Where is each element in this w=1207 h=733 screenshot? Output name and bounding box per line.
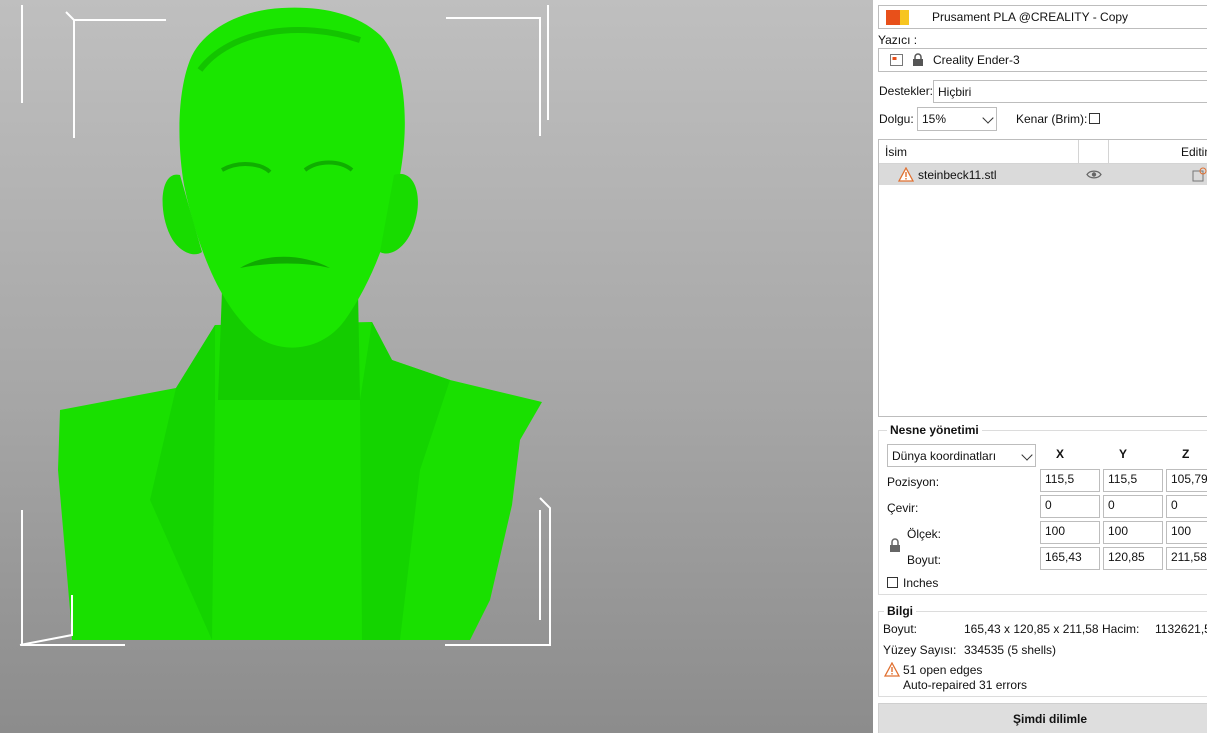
filament-color-swatch: [886, 10, 900, 25]
filament-color-main: [886, 10, 900, 25]
info-warning-repaired: Auto-repaired 31 errors: [903, 678, 1028, 692]
scale-z-input[interactable]: 100: [1166, 521, 1207, 544]
lock-icon: [913, 53, 923, 66]
position-x-input[interactable]: 115,5: [1040, 469, 1100, 492]
rotation-z-input[interactable]: 0: [1166, 495, 1207, 518]
slice-now-button[interactable]: Şimdi dilimle: [878, 703, 1207, 733]
object-list[interactable]: İsim Editin steinbeck11.stl: [878, 139, 1207, 417]
info-volume-label: Hacim:: [1102, 622, 1140, 636]
size-x-value: 165,43: [1045, 550, 1082, 564]
3d-viewport[interactable]: [0, 0, 873, 733]
model-bust[interactable]: [58, 7, 542, 640]
axis-x-label: X: [1056, 447, 1065, 461]
supports-label: Destekler:: [879, 84, 934, 98]
scale-x-value: 100: [1045, 524, 1066, 538]
rotation-x-value: 0: [1045, 498, 1052, 512]
printer-preset-icon: [890, 54, 903, 66]
printer-value: Creality Ender-3: [933, 53, 1020, 67]
brim-label: Kenar (Brim):: [1016, 112, 1088, 126]
axis-y-label: Y: [1119, 447, 1128, 461]
position-x-value: 115,5: [1045, 472, 1075, 486]
lock-icon[interactable]: [889, 538, 901, 553]
rotation-z-value: 0: [1171, 498, 1178, 512]
printer-combo[interactable]: Creality Ender-3: [878, 48, 1207, 72]
info-facets-label: Yüzey Sayısı:: [883, 643, 957, 657]
viewport-canvas[interactable]: [0, 0, 873, 733]
scale-x-input[interactable]: 100: [1040, 521, 1100, 544]
warning-icon: [898, 167, 914, 182]
edit-icon[interactable]: [1192, 167, 1207, 182]
size-z-value: 211,58: [1171, 550, 1207, 564]
rotation-y-input[interactable]: 0: [1103, 495, 1163, 518]
size-label: Boyut:: [907, 553, 942, 567]
position-z-value: 105,79: [1171, 472, 1207, 486]
filament-color-secondary: [900, 10, 909, 25]
coordinate-system-value: Dünya koordinatları: [892, 449, 997, 463]
rotation-label: Çevir:: [887, 501, 919, 515]
axis-z-label: Z: [1182, 447, 1190, 461]
column-divider: [1078, 140, 1079, 163]
size-y-value: 120,85: [1108, 550, 1145, 564]
chevron-down-icon: [982, 112, 994, 124]
object-name: steinbeck11.stl: [918, 168, 997, 182]
inches-checkbox[interactable]: [887, 577, 898, 588]
eye-icon[interactable]: [1086, 169, 1102, 180]
scale-y-input[interactable]: 100: [1103, 521, 1163, 544]
object-list-header: İsim Editin: [879, 140, 1207, 164]
info-size-label: Boyut:: [883, 622, 918, 636]
sidebar-panel: Prusament PLA @CREALITY - Copy Yazıcı : …: [873, 0, 1207, 733]
info-title: Bilgi: [884, 604, 916, 618]
column-divider: [1108, 140, 1109, 163]
printer-label: Yazıcı :: [878, 33, 918, 47]
filament-combo[interactable]: Prusament PLA @CREALITY - Copy: [878, 5, 1207, 29]
position-y-value: 115,5: [1108, 472, 1138, 486]
chevron-down-icon: [1021, 449, 1033, 461]
scale-label: Ölçek:: [907, 527, 942, 541]
warning-icon: [884, 662, 900, 677]
infill-value: 15%: [922, 112, 947, 126]
rotation-y-value: 0: [1108, 498, 1115, 512]
table-row[interactable]: steinbeck11.stl: [879, 164, 1207, 185]
object-manipulation-title: Nesne yönetimi: [887, 423, 982, 437]
inches-label: Inches: [903, 576, 939, 590]
scale-z-value: 100: [1171, 524, 1192, 538]
size-y-input[interactable]: 120,85: [1103, 547, 1163, 570]
infill-label: Dolgu:: [879, 112, 914, 126]
position-y-input[interactable]: 115,5: [1103, 469, 1163, 492]
position-label: Pozisyon:: [887, 475, 940, 489]
supports-select[interactable]: Hiçbiri: [933, 80, 1207, 103]
brim-checkbox[interactable]: [1089, 113, 1100, 124]
column-name[interactable]: İsim: [885, 145, 907, 159]
coordinate-system-select[interactable]: Dünya koordinatları: [887, 444, 1036, 467]
rotation-x-input[interactable]: 0: [1040, 495, 1100, 518]
scale-y-value: 100: [1108, 524, 1129, 538]
infill-select[interactable]: 15%: [917, 107, 997, 131]
slice-now-label: Şimdi dilimle: [1012, 712, 1088, 726]
info-warning-open-edges: 51 open edges: [903, 663, 983, 677]
filament-value: Prusament PLA @CREALITY - Copy: [932, 10, 1129, 24]
size-z-input[interactable]: 211,58: [1166, 547, 1207, 570]
info-volume-value: 1132621,50: [1155, 622, 1207, 636]
supports-value: Hiçbiri: [938, 85, 972, 99]
size-x-input[interactable]: 165,43: [1040, 547, 1100, 570]
column-editing[interactable]: Editin: [1181, 145, 1207, 159]
position-z-input[interactable]: 105,79: [1166, 469, 1207, 492]
info-facets-value: 334535 (5 shells): [964, 643, 1057, 657]
info-size-value: 165,43 x 120,85 x 211,58: [964, 622, 1099, 636]
